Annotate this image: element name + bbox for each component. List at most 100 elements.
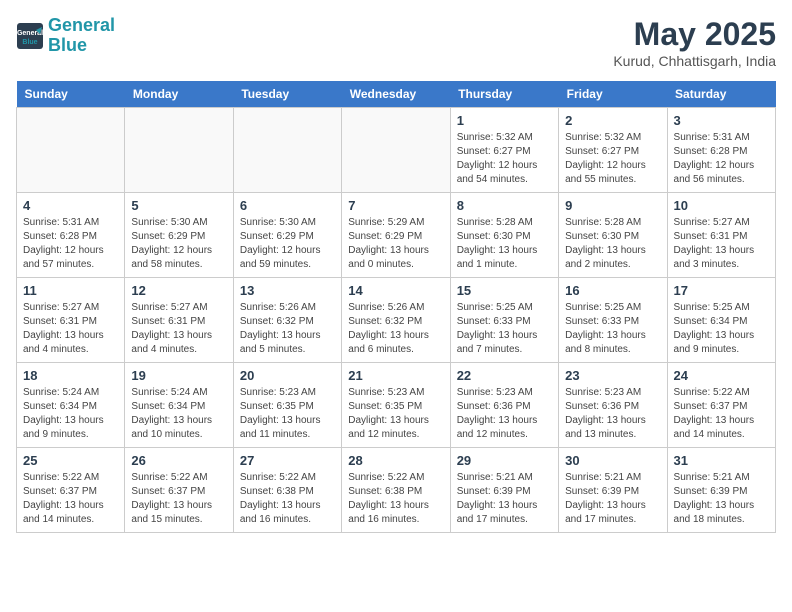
day-number: 13 [240,283,335,298]
day-info: Sunrise: 5:25 AM Sunset: 6:33 PM Dayligh… [457,301,552,357]
day-number: 23 [565,368,660,383]
calendar-cell: 12 Sunrise: 5:27 AM Sunset: 6:31 PM Dayli… [125,278,233,363]
day-number: 21 [348,368,443,383]
day-info: Sunrise: 5:22 AM Sunset: 6:37 PM Dayligh… [674,386,769,442]
calendar-cell: 22Sunrise: 5:23 AM Sunset: 6:36 PM Dayli… [450,363,558,448]
day-number: 30 [565,453,660,468]
calendar-cell: 17 Sunrise: 5:25 AM Sunset: 6:34 PM Dayli… [667,278,775,363]
day-number: 7 [348,198,443,213]
day-info: Sunrise: 5:30 AM Sunset: 6:29 PM Dayligh… [131,216,226,272]
calendar-week-row: 25 Sunrise: 5:22 AM Sunset: 6:37 PM Dayli… [17,448,776,533]
calendar-cell: 15 Sunrise: 5:25 AM Sunset: 6:33 PM Dayli… [450,278,558,363]
weekday-header: Friday [559,81,667,108]
day-info: Sunrise: 5:23 AM Sunset: 6:35 PM Dayligh… [240,386,335,442]
day-info: Sunrise: 5:24 AM Sunset: 6:34 PM Dayligh… [23,386,118,442]
day-number: 18 [23,368,118,383]
calendar-week-row: 18 Sunrise: 5:24 AM Sunset: 6:34 PM Dayli… [17,363,776,448]
logo: General Blue GeneralBlue [16,16,115,56]
calendar-cell: 18 Sunrise: 5:24 AM Sunset: 6:34 PM Dayli… [17,363,125,448]
day-info: Sunrise: 5:29 AM Sunset: 6:29 PM Dayligh… [348,216,443,272]
calendar-cell: 6Sunrise: 5:30 AM Sunset: 6:29 PM Daylig… [233,193,341,278]
calendar-cell: 8 Sunrise: 5:28 AM Sunset: 6:30 PM Daylig… [450,193,558,278]
calendar-cell: 9Sunrise: 5:28 AM Sunset: 6:30 PM Daylig… [559,193,667,278]
day-info: Sunrise: 5:32 AM Sunset: 6:27 PM Dayligh… [565,131,660,187]
location: Kurud, Chhattisgarh, India [613,53,776,69]
calendar-cell: 4 Sunrise: 5:31 AM Sunset: 6:28 PM Daylig… [17,193,125,278]
weekday-header: Sunday [17,81,125,108]
day-info: Sunrise: 5:21 AM Sunset: 6:39 PM Dayligh… [457,471,552,527]
day-number: 17 [674,283,769,298]
calendar-cell: 1Sunrise: 5:32 AM Sunset: 6:27 PM Daylig… [450,108,558,193]
weekday-header: Thursday [450,81,558,108]
day-number: 26 [131,453,226,468]
calendar-cell: 21 Sunrise: 5:23 AM Sunset: 6:35 PM Dayli… [342,363,450,448]
day-number: 3 [674,113,769,128]
calendar-cell: 13 Sunrise: 5:26 AM Sunset: 6:32 PM Dayli… [233,278,341,363]
calendar-cell: 25 Sunrise: 5:22 AM Sunset: 6:37 PM Dayli… [17,448,125,533]
weekday-header-row: SundayMondayTuesdayWednesdayThursdayFrid… [17,81,776,108]
calendar-cell: 19 Sunrise: 5:24 AM Sunset: 6:34 PM Dayli… [125,363,233,448]
day-info: Sunrise: 5:27 AM Sunset: 6:31 PM Dayligh… [131,301,226,357]
day-info: Sunrise: 5:22 AM Sunset: 6:37 PM Dayligh… [23,471,118,527]
day-number: 4 [23,198,118,213]
day-number: 5 [131,198,226,213]
calendar-cell: 10Sunrise: 5:27 AM Sunset: 6:31 PM Dayli… [667,193,775,278]
day-number: 20 [240,368,335,383]
calendar-cell: 26 Sunrise: 5:22 AM Sunset: 6:37 PM Dayli… [125,448,233,533]
calendar-cell: 24 Sunrise: 5:22 AM Sunset: 6:37 PM Dayli… [667,363,775,448]
day-number: 12 [131,283,226,298]
day-info: Sunrise: 5:22 AM Sunset: 6:38 PM Dayligh… [240,471,335,527]
day-number: 27 [240,453,335,468]
title-block: May 2025 Kurud, Chhattisgarh, India [613,16,776,69]
weekday-header: Wednesday [342,81,450,108]
calendar-cell: 5 Sunrise: 5:30 AM Sunset: 6:29 PM Daylig… [125,193,233,278]
calendar-cell: 30 Sunrise: 5:21 AM Sunset: 6:39 PM Dayli… [559,448,667,533]
calendar-week-row: 4 Sunrise: 5:31 AM Sunset: 6:28 PM Daylig… [17,193,776,278]
logo-text: GeneralBlue [48,16,115,56]
day-number: 22 [457,368,552,383]
calendar-cell: 7 Sunrise: 5:29 AM Sunset: 6:29 PM Daylig… [342,193,450,278]
calendar-cell: 28 Sunrise: 5:22 AM Sunset: 6:38 PM Dayli… [342,448,450,533]
calendar-cell: 29 Sunrise: 5:21 AM Sunset: 6:39 PM Dayli… [450,448,558,533]
day-info: Sunrise: 5:28 AM Sunset: 6:30 PM Dayligh… [457,216,552,272]
day-info: Sunrise: 5:23 AM Sunset: 6:35 PM Dayligh… [348,386,443,442]
day-number: 1 [457,113,552,128]
calendar-cell: 16 Sunrise: 5:25 AM Sunset: 6:33 PM Dayli… [559,278,667,363]
day-number: 29 [457,453,552,468]
calendar-cell [342,108,450,193]
day-number: 25 [23,453,118,468]
day-info: Sunrise: 5:22 AM Sunset: 6:37 PM Dayligh… [131,471,226,527]
day-number: 8 [457,198,552,213]
day-number: 6 [240,198,335,213]
day-number: 14 [348,283,443,298]
weekday-header: Monday [125,81,233,108]
day-number: 24 [674,368,769,383]
logo-icon: General Blue [16,22,44,50]
calendar-cell [125,108,233,193]
day-number: 15 [457,283,552,298]
day-info: Sunrise: 5:26 AM Sunset: 6:32 PM Dayligh… [348,301,443,357]
day-info: Sunrise: 5:22 AM Sunset: 6:38 PM Dayligh… [348,471,443,527]
calendar-cell: 23 Sunrise: 5:23 AM Sunset: 6:36 PM Dayli… [559,363,667,448]
day-info: Sunrise: 5:31 AM Sunset: 6:28 PM Dayligh… [23,216,118,272]
day-info: Sunrise: 5:21 AM Sunset: 6:39 PM Dayligh… [674,471,769,527]
weekday-header: Tuesday [233,81,341,108]
day-info: Sunrise: 5:23 AM Sunset: 6:36 PM Dayligh… [565,386,660,442]
weekday-header: Saturday [667,81,775,108]
day-info: Sunrise: 5:24 AM Sunset: 6:34 PM Dayligh… [131,386,226,442]
calendar-cell: 20 Sunrise: 5:23 AM Sunset: 6:35 PM Dayli… [233,363,341,448]
svg-text:Blue: Blue [22,39,37,46]
day-info: Sunrise: 5:25 AM Sunset: 6:33 PM Dayligh… [565,301,660,357]
day-number: 16 [565,283,660,298]
day-number: 19 [131,368,226,383]
calendar-cell [233,108,341,193]
day-number: 11 [23,283,118,298]
day-info: Sunrise: 5:27 AM Sunset: 6:31 PM Dayligh… [674,216,769,272]
day-info: Sunrise: 5:26 AM Sunset: 6:32 PM Dayligh… [240,301,335,357]
day-info: Sunrise: 5:21 AM Sunset: 6:39 PM Dayligh… [565,471,660,527]
day-number: 28 [348,453,443,468]
day-info: Sunrise: 5:27 AM Sunset: 6:31 PM Dayligh… [23,301,118,357]
calendar-cell: 11 Sunrise: 5:27 AM Sunset: 6:31 PM Dayli… [17,278,125,363]
calendar-cell: 3Sunrise: 5:31 AM Sunset: 6:28 PM Daylig… [667,108,775,193]
day-info: Sunrise: 5:25 AM Sunset: 6:34 PM Dayligh… [674,301,769,357]
